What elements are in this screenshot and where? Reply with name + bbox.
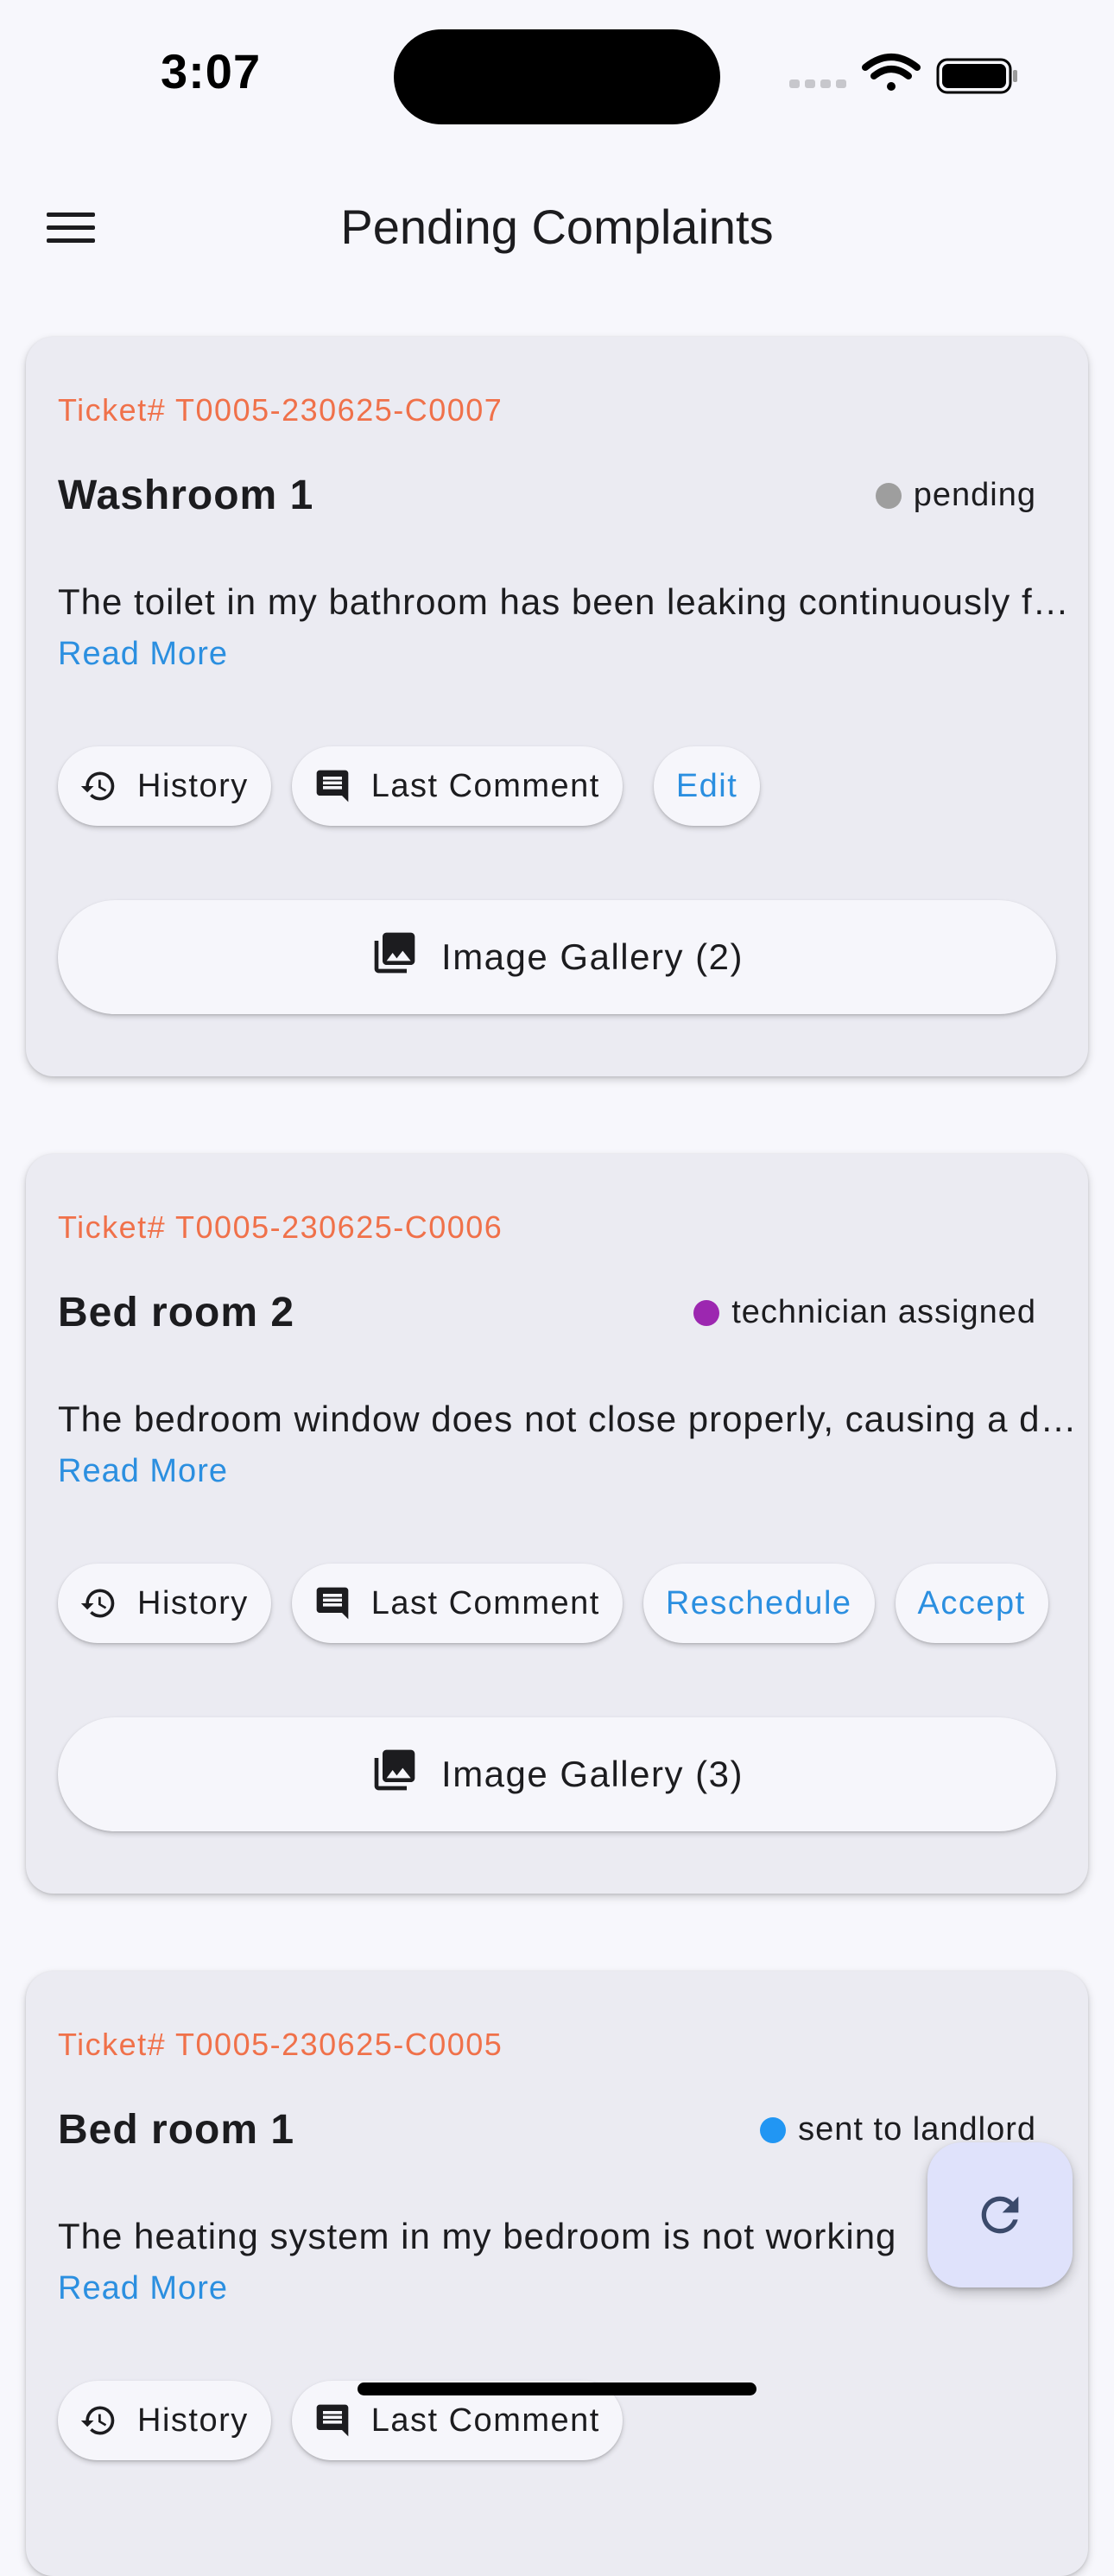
last-comment-label: Last Comment	[370, 1584, 600, 1621]
history-icon	[79, 766, 118, 806]
history-icon	[79, 1583, 118, 1623]
photo-library-icon	[370, 1746, 419, 1803]
read-more-link[interactable]: Read More	[58, 636, 228, 673]
image-gallery-label: Image Gallery (2)	[441, 936, 744, 977]
status-bar: 3:07	[0, 0, 1114, 152]
history-label: History	[137, 2402, 249, 2439]
description-text: The bedroom window does not close proper…	[58, 1399, 1082, 1439]
status-dot	[693, 1299, 720, 1326]
status-time: 3:07	[161, 44, 262, 98]
refresh-icon	[981, 2196, 1019, 2234]
status-dot	[760, 2116, 787, 2143]
history-label: History	[137, 767, 249, 804]
reschedule-button[interactable]: Reschedule	[642, 1564, 875, 1643]
photo-library-icon	[370, 929, 419, 986]
complaint-card: Ticket# T0005-230625-C0005 Bed room 1 se…	[26, 1971, 1088, 2576]
card-actions: History Last Comment Edit	[58, 746, 761, 826]
status-label: technician assigned	[731, 1294, 1036, 1330]
last-comment-label: Last Comment	[370, 2402, 600, 2439]
home-indicator	[358, 2382, 756, 2395]
description-text: The toilet in my bathroom has been leaki…	[58, 581, 1082, 622]
complaint-description: The toilet in my bathroom has been leaki…	[58, 581, 1082, 623]
battery-icon	[936, 58, 1017, 94]
comment-icon	[313, 2401, 352, 2440]
wifi-icon	[862, 54, 921, 91]
ticket-number: Ticket# T0005-230625-C0005	[58, 2027, 503, 2062]
status-label: pending	[913, 477, 1036, 513]
refresh-button[interactable]	[927, 2142, 1073, 2287]
history-button[interactable]: History	[58, 2381, 271, 2460]
status-badge: technician assigned	[693, 1294, 1036, 1331]
description-text: The heating system in my bedroom is not …	[58, 2216, 897, 2256]
app-bar: Pending Complaints	[0, 152, 1114, 304]
last-comment-button[interactable]: Last Comment	[291, 746, 623, 826]
image-gallery-button[interactable]: Image Gallery (2)	[58, 900, 1056, 1014]
card-actions: History Last Comment Reschedule Accept	[58, 1564, 1048, 1643]
status-badge: pending	[875, 477, 1036, 514]
history-button[interactable]: History	[58, 746, 271, 826]
ticket-number: Ticket# T0005-230625-C0007	[58, 392, 503, 428]
status-icons	[789, 54, 1017, 94]
page-title: Pending Complaints	[340, 200, 774, 254]
history-label: History	[137, 1584, 249, 1621]
history-icon	[79, 2401, 118, 2440]
history-button[interactable]: History	[58, 1564, 271, 1643]
complaint-title: Washroom 1	[58, 473, 314, 518]
read-more-link[interactable]: Read More	[58, 2270, 228, 2307]
image-gallery-button[interactable]: Image Gallery (3)	[58, 1717, 1056, 1831]
comment-icon	[313, 1583, 352, 1623]
complaint-description: The bedroom window does not close proper…	[58, 1399, 1082, 1440]
accept-button[interactable]: Accept	[895, 1564, 1048, 1643]
complaint-card: Ticket# T0005-230625-C0007 Washroom 1 pe…	[26, 337, 1088, 1076]
edit-button[interactable]: Edit	[653, 746, 761, 826]
status-dot	[875, 482, 902, 509]
complaint-card: Ticket# T0005-230625-C0006 Bed room 2 te…	[26, 1154, 1088, 1894]
ticket-number: Ticket# T0005-230625-C0006	[58, 1209, 503, 1245]
comment-icon	[313, 766, 352, 806]
last-comment-label: Last Comment	[370, 767, 600, 804]
complaint-title: Bed room 2	[58, 1290, 295, 1336]
image-gallery-label: Image Gallery (3)	[441, 1754, 744, 1794]
read-more-link[interactable]: Read More	[58, 1453, 228, 1490]
complaint-title: Bed room 1	[58, 2107, 295, 2153]
dynamic-island	[394, 29, 720, 124]
cellular-signal-icon	[789, 79, 846, 88]
last-comment-button[interactable]: Last Comment	[291, 1564, 623, 1643]
